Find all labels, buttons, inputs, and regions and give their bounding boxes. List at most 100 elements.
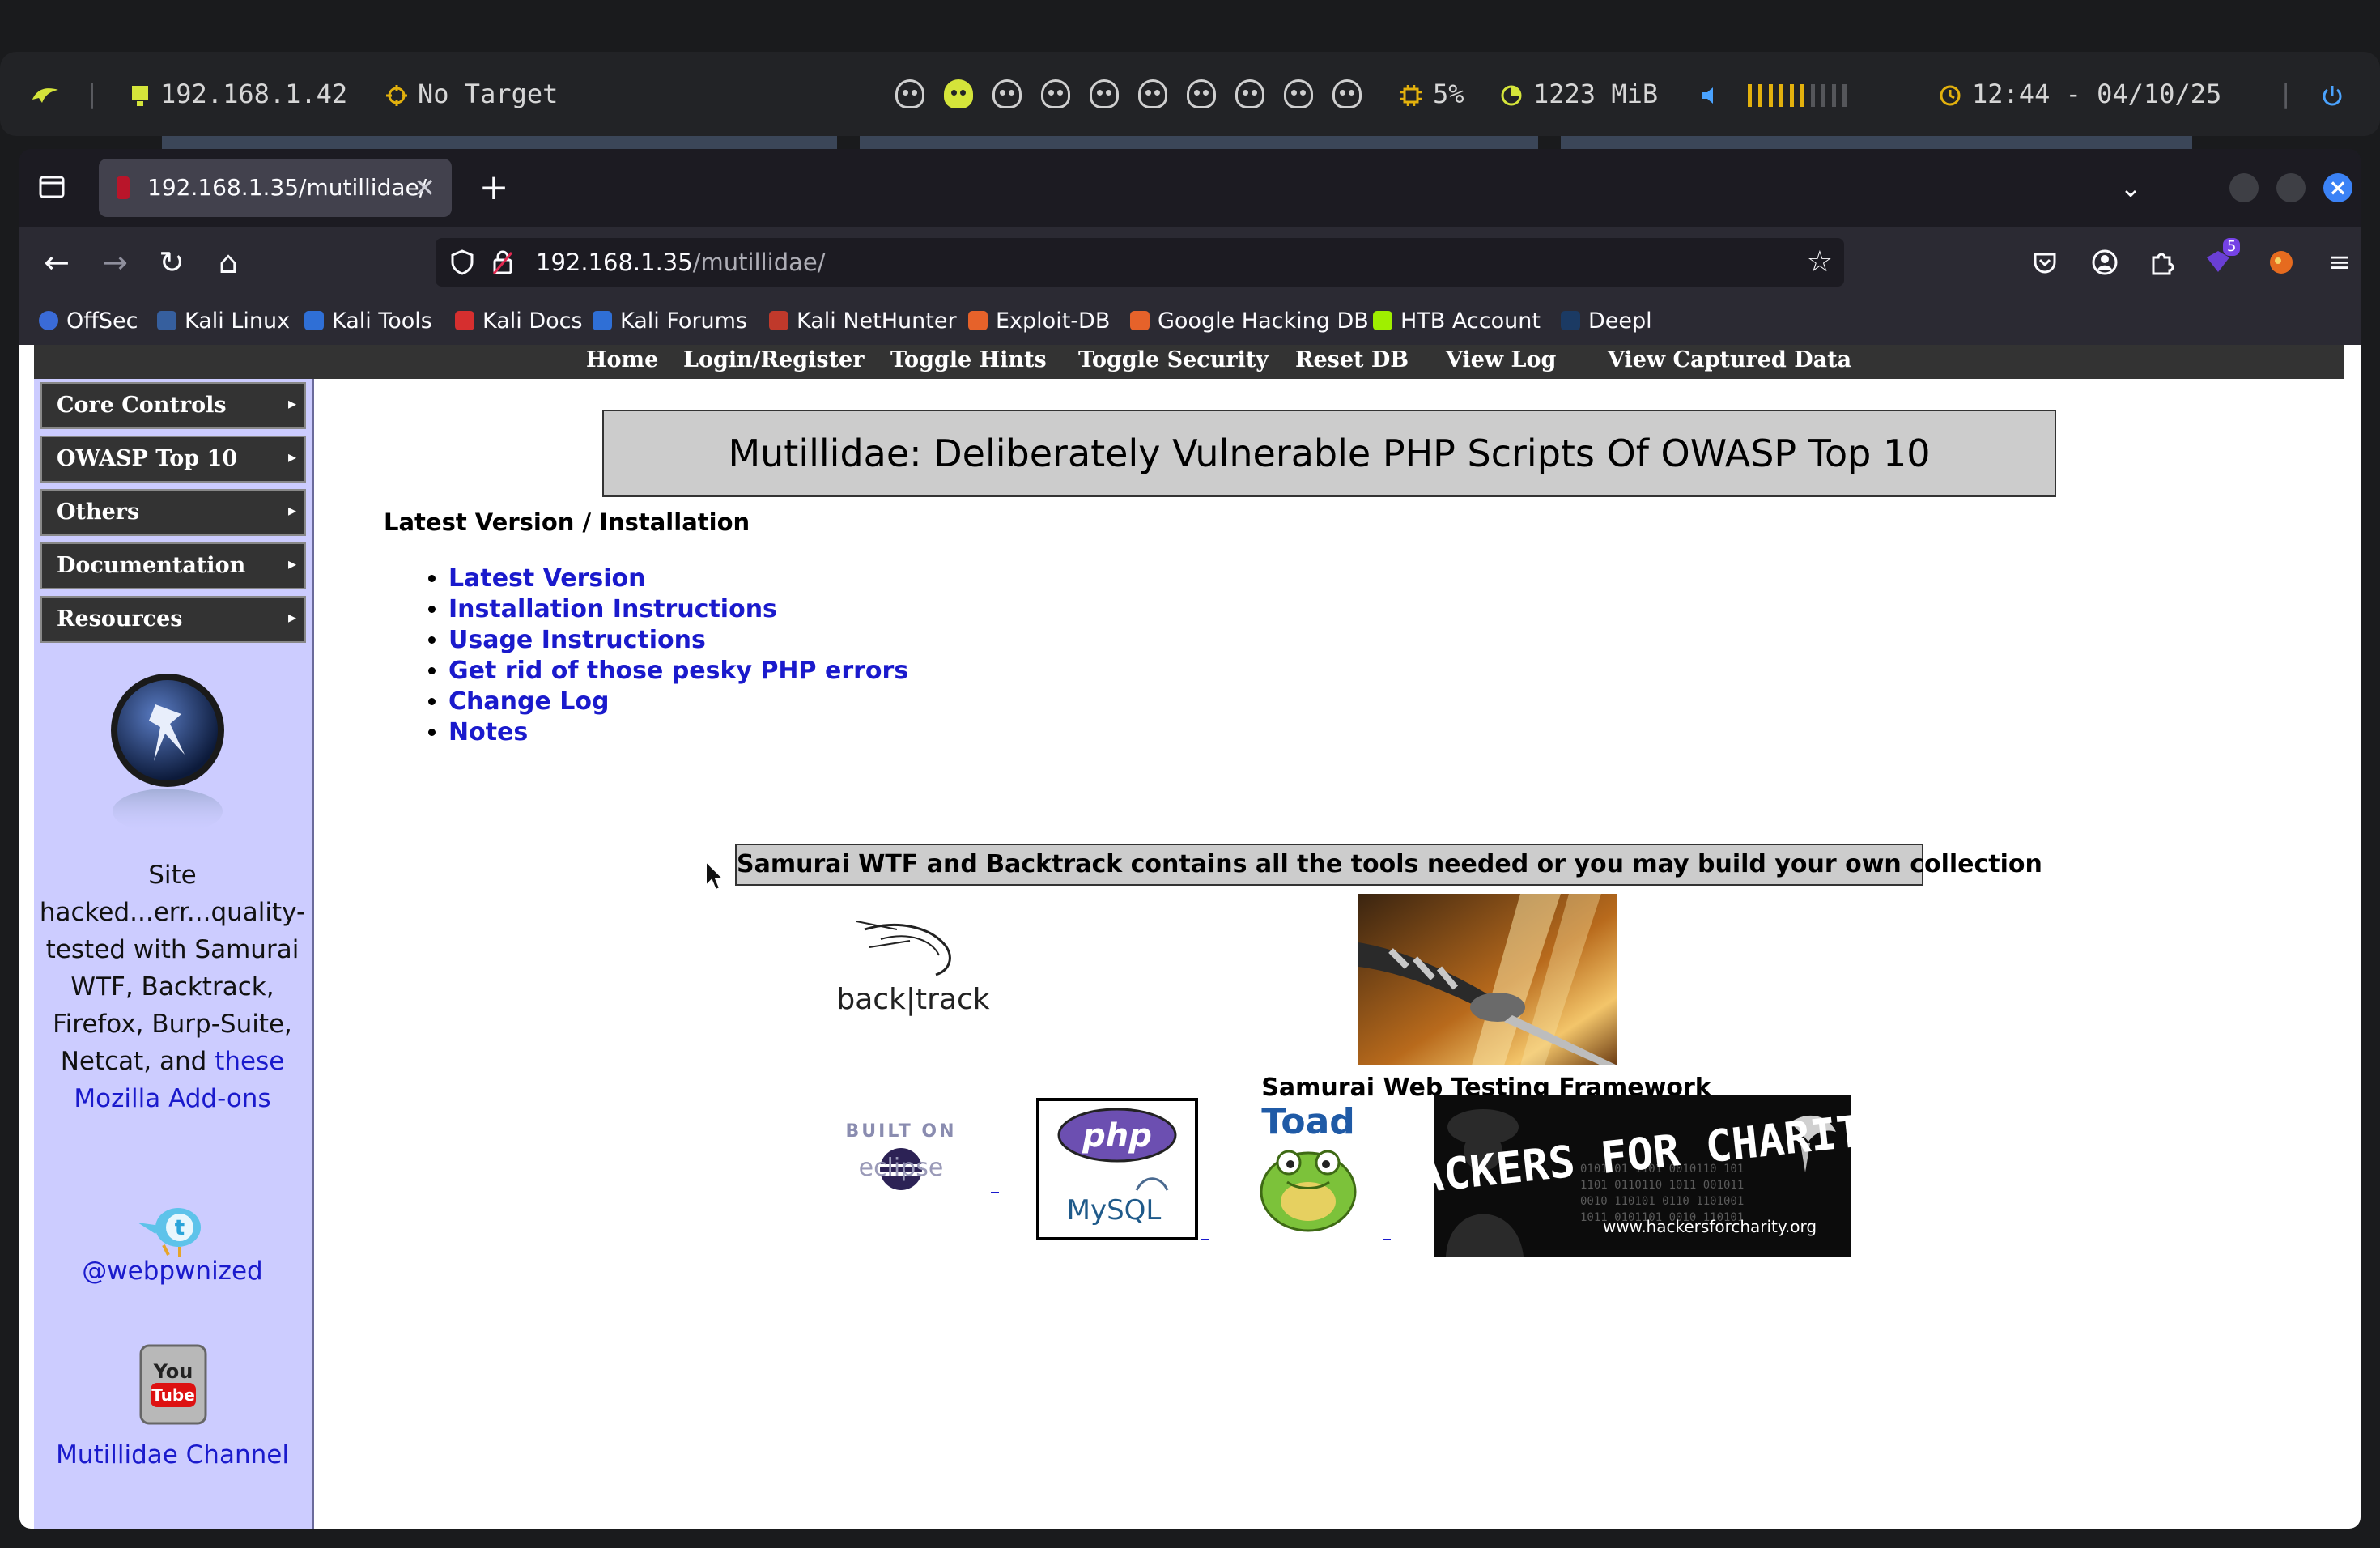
chevron-down-icon[interactable]: ⌄	[2106, 160, 2155, 215]
eclipse-logo[interactable]: BUILT ON eclipse	[832, 1116, 970, 1197]
list-item: Change Log	[448, 687, 908, 717]
volume-bar	[1779, 84, 1784, 107]
link-latest-version[interactable]: Latest Version	[448, 564, 646, 593]
chevron-right-icon: ▸	[287, 500, 296, 520]
bookmark-google-hacking-db[interactable]: Google Hacking DB	[1130, 298, 1369, 345]
bookmark-offsec[interactable]: OffSec	[39, 298, 138, 345]
nav-view-log[interactable]: View Log	[1446, 345, 1556, 376]
svg-text:You: You	[153, 1360, 193, 1383]
power-icon[interactable]	[2320, 52, 2344, 136]
volume-bar	[1769, 84, 1774, 107]
workspace-skull-icon[interactable]	[992, 79, 1022, 108]
account-icon[interactable]	[2089, 246, 2121, 279]
link-usage-instructions[interactable]: Usage Instructions	[448, 626, 706, 654]
sidebar-blurb: Site hacked...err...quality-tested with …	[39, 861, 306, 1113]
url-bar[interactable]: 192.168.1.35/mutillidae/ ☆	[436, 238, 1844, 287]
twitter-bird-icon[interactable]: t	[131, 1201, 212, 1258]
minimize-button[interactable]	[2229, 173, 2259, 202]
list-item: Notes	[448, 717, 908, 748]
workspace-skull-icon[interactable]	[1090, 79, 1119, 108]
volume-bar	[1842, 84, 1847, 107]
toad-logo[interactable]: Toad	[1245, 1101, 1378, 1239]
php-mysql-logo[interactable]: php MySQL	[1036, 1098, 1198, 1240]
menu-core-controls[interactable]: Core Controls ▸	[40, 382, 306, 429]
link-php-errors[interactable]: Get rid of those pesky PHP errors	[448, 657, 908, 685]
deepl-icon	[1561, 310, 1580, 330]
link-change-log[interactable]: Change Log	[448, 687, 609, 716]
menu-owasp-top-10[interactable]: OWASP Top 10 ▸	[40, 436, 306, 483]
window-close-button[interactable]: ×	[2323, 173, 2352, 202]
link-underline	[991, 1192, 999, 1193]
chevron-right-icon: ▸	[287, 393, 296, 413]
lock-insecure-icon[interactable]	[492, 249, 513, 275]
monitor-icon	[132, 86, 148, 106]
toad-text: Toad	[1261, 1101, 1355, 1142]
hackers-for-charity-banner[interactable]: 0101101 1101 0010110 101 1101 0110110 10…	[1434, 1095, 1851, 1257]
pocket-icon[interactable]	[2029, 246, 2061, 279]
bookmark-deepl[interactable]: Deepl	[1561, 298, 1652, 345]
menu-documentation[interactable]: Documentation ▸	[40, 542, 306, 589]
memory-usage: 1223 MiB	[1533, 79, 1659, 109]
workspace-skull-icon[interactable]	[895, 79, 924, 108]
home-icon[interactable]: ⌂	[204, 238, 253, 287]
reload-icon[interactable]: ↻	[147, 238, 196, 287]
nav-toggle-hints[interactable]: Toggle Hints	[890, 345, 1047, 376]
extension-icon[interactable]: 5	[2202, 238, 2241, 277]
hamburger-menu-icon[interactable]: ≡	[2315, 238, 2361, 287]
nav-view-captured-data[interactable]: View Captured Data	[1608, 345, 1851, 376]
backtrack-text: back|track	[836, 983, 989, 1016]
bookmark-kali-nethunter[interactable]: Kali NetHunter	[769, 298, 957, 345]
workspace-skull-icon[interactable]	[1284, 79, 1313, 108]
bookmark-kali-forums[interactable]: Kali Forums	[593, 298, 747, 345]
url-text[interactable]: 192.168.1.35/mutillidae/	[536, 238, 826, 287]
volume-indicator[interactable]	[1700, 52, 1847, 136]
youtube-icon[interactable]: You Tube	[138, 1342, 209, 1427]
workspace-skull-icon[interactable]	[1187, 79, 1216, 108]
bookmark-htb-account[interactable]: HTB Account	[1373, 298, 1541, 345]
nav-reset-db[interactable]: Reset DB	[1295, 345, 1409, 376]
backtrack-logo[interactable]: back|track	[832, 913, 994, 1019]
volume-bar	[1832, 84, 1837, 107]
shield-icon[interactable]	[450, 249, 474, 275]
link-installation-instructions[interactable]: Installation Instructions	[448, 595, 777, 623]
firefox-view-icon[interactable]	[36, 170, 68, 202]
bookmark-exploit-db[interactable]: Exploit-DB	[968, 298, 1110, 345]
tab-mutillidae[interactable]: 192.168.1.35/mutillidae/ ✕	[99, 159, 452, 217]
mysql-text: MySQL	[1067, 1194, 1162, 1227]
maximize-button[interactable]	[2276, 173, 2306, 202]
tab-close-icon[interactable]: ✕	[414, 159, 436, 217]
nav-login-register[interactable]: Login/Register	[683, 345, 864, 376]
svg-text:Tube: Tube	[151, 1385, 195, 1405]
new-tab-button[interactable]: +	[470, 160, 518, 215]
forward-arrow-icon[interactable]: →	[91, 238, 139, 287]
bookmark-star-icon[interactable]: ☆	[1807, 238, 1833, 287]
menu-resources[interactable]: Resources ▸	[40, 596, 306, 643]
bookmark-kali-tools[interactable]: Kali Tools	[304, 298, 432, 345]
url-path: /mutillidae/	[692, 249, 826, 276]
php-text: php	[1082, 1117, 1152, 1155]
workspace-skull-icon[interactable]	[1332, 79, 1362, 108]
twitter-link[interactable]: @webpwnized	[34, 1257, 311, 1286]
youtube-channel-link[interactable]: Mutillidae Channel	[34, 1436, 311, 1474]
extensions-puzzle-icon[interactable]	[2145, 246, 2178, 279]
list-item: Latest Version	[448, 563, 908, 594]
workspace-switcher[interactable]	[895, 52, 1362, 136]
samurai-katana-image[interactable]	[1358, 894, 1617, 1065]
kali-docs-icon	[455, 310, 474, 330]
nav-home[interactable]: Home	[586, 345, 658, 376]
menu-others[interactable]: Others ▸	[40, 489, 306, 536]
workspace-skull-icon[interactable]	[1041, 79, 1070, 108]
back-arrow-icon[interactable]: ←	[32, 238, 81, 287]
bookmark-kali-linux[interactable]: Kali Linux	[157, 298, 290, 345]
owasp-logo-icon[interactable]	[107, 674, 228, 836]
workspace-skull-icon-active[interactable]	[944, 79, 973, 108]
foxyproxy-icon[interactable]	[2265, 246, 2297, 279]
target-text: No Target	[418, 79, 559, 109]
kali-dragon-icon[interactable]	[31, 52, 70, 136]
nav-toggle-security[interactable]: Toggle Security	[1078, 345, 1269, 376]
system-top-bar: | 192.168.1.42 No Target 5% 1223 MiB 12:…	[0, 52, 2380, 136]
workspace-skull-icon[interactable]	[1235, 79, 1264, 108]
workspace-skull-icon[interactable]	[1138, 79, 1167, 108]
link-notes[interactable]: Notes	[448, 718, 528, 746]
bookmark-kali-docs[interactable]: Kali Docs	[455, 298, 583, 345]
